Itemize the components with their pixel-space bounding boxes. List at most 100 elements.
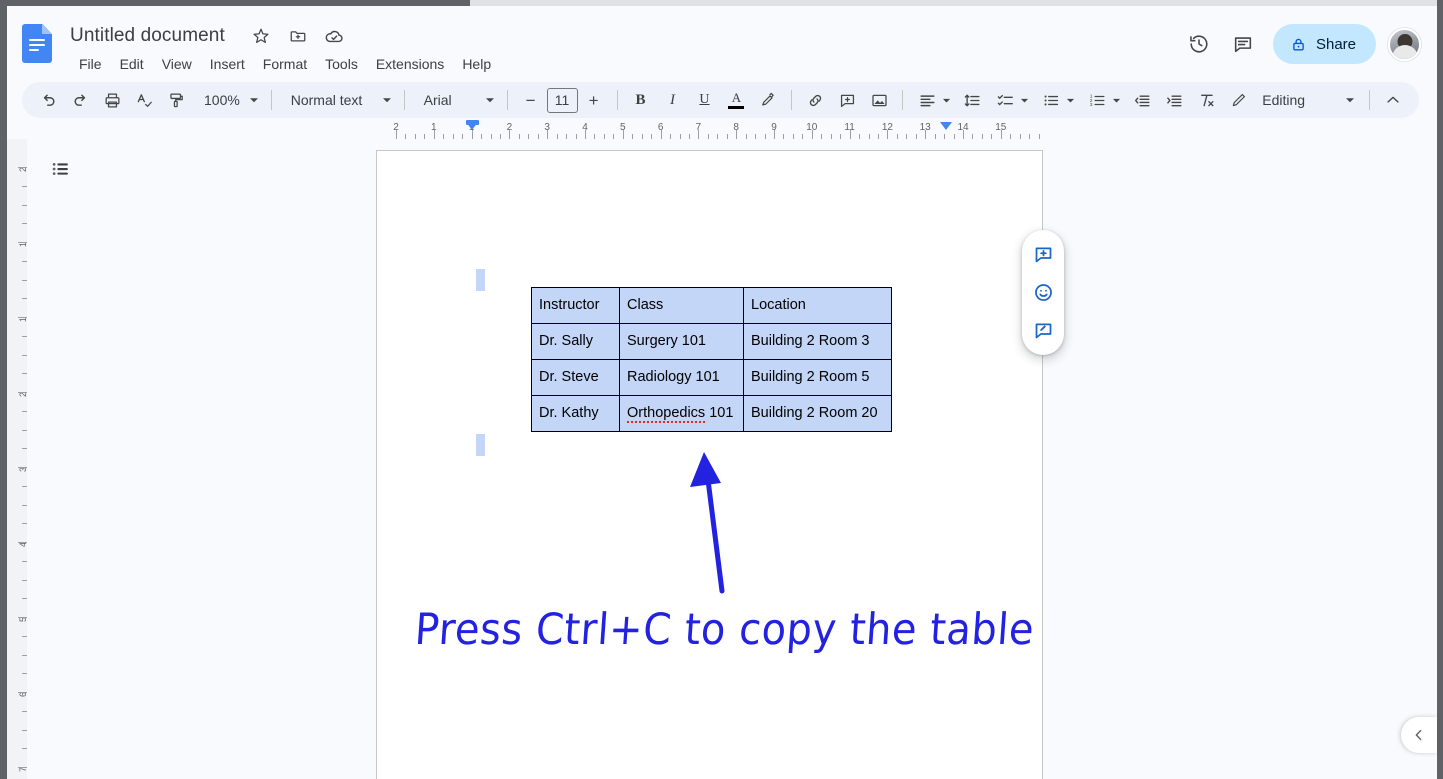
- ruler-tick: [18, 767, 27, 768]
- ruler-tick: [509, 130, 511, 139]
- bulleted-list-button[interactable]: [1034, 86, 1080, 114]
- emoji-reaction-icon[interactable]: [1027, 276, 1059, 308]
- account-avatar[interactable]: [1388, 27, 1421, 61]
- cell-location-1[interactable]: Building 2 Room 3: [743, 323, 892, 360]
- cell-instructor-3[interactable]: Dr. Kathy: [531, 395, 620, 432]
- print-button[interactable]: [98, 86, 126, 114]
- document-outline-button[interactable]: [42, 150, 80, 188]
- right-indent-marker[interactable]: [940, 122, 952, 130]
- table-row[interactable]: Dr. Kathy Orthopedics 101 Building 2 Roo…: [531, 395, 892, 432]
- floating-side-toolbar: [1022, 230, 1064, 355]
- italic-button[interactable]: I: [658, 86, 686, 114]
- ruler-tick: [528, 134, 530, 139]
- ruler-tick: [840, 134, 842, 139]
- ruler-tick: [963, 130, 964, 139]
- chevron-down-icon: [249, 98, 258, 103]
- add-comment-button[interactable]: [833, 86, 861, 114]
- insert-link-button[interactable]: [801, 86, 829, 114]
- font-size-input[interactable]: 11: [546, 87, 578, 113]
- menu-view[interactable]: View: [153, 52, 201, 76]
- instructor-table[interactable]: Instructor Class Location Dr. Sally Surg…: [531, 287, 892, 432]
- spell-check-button[interactable]: [130, 86, 158, 114]
- redo-button[interactable]: [66, 86, 94, 114]
- paragraph-style-select[interactable]: Normal text: [279, 86, 397, 114]
- side-panel-expander[interactable]: [1401, 717, 1437, 753]
- chevron-left-icon: [1415, 729, 1422, 741]
- minus-icon: −: [525, 90, 536, 110]
- cloud-saved-icon[interactable]: [321, 23, 347, 49]
- document-page[interactable]: Instructor Class Location Dr. Sally Surg…: [376, 150, 1043, 779]
- horizontal-ruler[interactable]: 2 1 1 2 3 4 5 6 7 8 9 10 11 12 13 14 15: [376, 120, 1044, 139]
- paint-format-button[interactable]: [162, 86, 190, 114]
- editing-mode-label: Editing: [1262, 92, 1306, 108]
- bold-button[interactable]: B: [626, 86, 654, 114]
- checklist-button[interactable]: [988, 86, 1034, 114]
- ruler-tick: [774, 130, 775, 139]
- table-header-row[interactable]: Instructor Class Location: [531, 287, 892, 324]
- title-icon-group: [248, 23, 353, 49]
- ruler-tick: [698, 130, 700, 139]
- menu-insert[interactable]: Insert: [201, 52, 254, 76]
- ruler-tick: [603, 134, 605, 139]
- numbered-list-button[interactable]: 1 2 3: [1080, 86, 1126, 114]
- highlight-color-button[interactable]: [754, 86, 782, 114]
- cell-instructor-1[interactable]: Dr. Sally: [531, 323, 620, 360]
- clear-formatting-button[interactable]: [1192, 86, 1220, 114]
- suggest-edit-icon[interactable]: [1027, 314, 1059, 346]
- menu-file[interactable]: File: [70, 52, 111, 76]
- menu-help[interactable]: Help: [453, 52, 500, 76]
- decrease-font-size-button[interactable]: −: [517, 86, 545, 114]
- ruler-tick: [518, 134, 520, 139]
- ruler-tick: [594, 134, 596, 139]
- align-button[interactable]: [910, 86, 956, 114]
- ruler-tick: [566, 134, 568, 139]
- table-header-class[interactable]: Class: [619, 287, 744, 324]
- docs-logo-icon[interactable]: [22, 24, 60, 68]
- header-actions: Share: [1179, 24, 1421, 64]
- font-family-select[interactable]: Arial: [412, 86, 500, 114]
- cell-class-3[interactable]: Orthopedics 101: [619, 395, 744, 432]
- toolbar-divider: [902, 90, 904, 110]
- version-history-icon[interactable]: [1179, 24, 1219, 64]
- show-comments-icon[interactable]: [1223, 24, 1263, 64]
- undo-button[interactable]: [34, 86, 62, 114]
- increase-indent-button[interactable]: [1160, 86, 1188, 114]
- ruler-tick: [887, 130, 889, 139]
- underline-icon: U: [699, 92, 710, 107]
- cell-location-3[interactable]: Building 2 Room 20: [743, 395, 892, 432]
- star-icon[interactable]: [248, 23, 274, 49]
- cell-class-1[interactable]: Surgery 101: [619, 323, 744, 360]
- zoom-select[interactable]: 100%: [192, 86, 264, 114]
- outline-icon: [52, 163, 68, 175]
- ruler-tick: [18, 617, 27, 618]
- menu-edit[interactable]: Edit: [111, 52, 153, 76]
- first-line-indent-marker[interactable]: [466, 120, 479, 125]
- underline-button[interactable]: U: [690, 86, 718, 114]
- share-button[interactable]: Share: [1272, 24, 1376, 64]
- line-spacing-button[interactable]: [958, 86, 986, 114]
- table-header-instructor[interactable]: Instructor: [531, 287, 620, 324]
- ruler-tick: [1019, 134, 1021, 139]
- toolbar-divider: [616, 90, 618, 110]
- add-comment-icon[interactable]: [1027, 239, 1059, 271]
- collapse-menus-button[interactable]: [1379, 86, 1407, 114]
- table-row[interactable]: Dr. Steve Radiology 101 Building 2 Room …: [531, 359, 892, 396]
- cell-class-2[interactable]: Radiology 101: [619, 359, 744, 396]
- menu-format[interactable]: Format: [254, 52, 316, 76]
- page-title[interactable]: Untitled document: [67, 22, 228, 50]
- menu-tools[interactable]: Tools: [316, 52, 367, 76]
- menu-extensions[interactable]: Extensions: [367, 52, 453, 76]
- chevron-down-icon: [1346, 98, 1355, 103]
- increase-font-size-button[interactable]: +: [580, 86, 608, 114]
- table-header-location[interactable]: Location: [743, 287, 892, 324]
- editing-mode-button[interactable]: Editing: [1222, 86, 1362, 114]
- cell-instructor-2[interactable]: Dr. Steve: [531, 359, 620, 396]
- chevron-down-icon: [1113, 98, 1121, 102]
- decrease-indent-button[interactable]: [1128, 86, 1156, 114]
- italic-icon: I: [669, 91, 675, 108]
- text-color-button[interactable]: A: [722, 86, 750, 114]
- move-to-folder-icon[interactable]: [285, 23, 311, 49]
- table-row[interactable]: Dr. Sally Surgery 101 Building 2 Room 3: [531, 323, 892, 360]
- insert-image-button[interactable]: [865, 86, 893, 114]
- cell-location-2[interactable]: Building 2 Room 5: [743, 359, 892, 396]
